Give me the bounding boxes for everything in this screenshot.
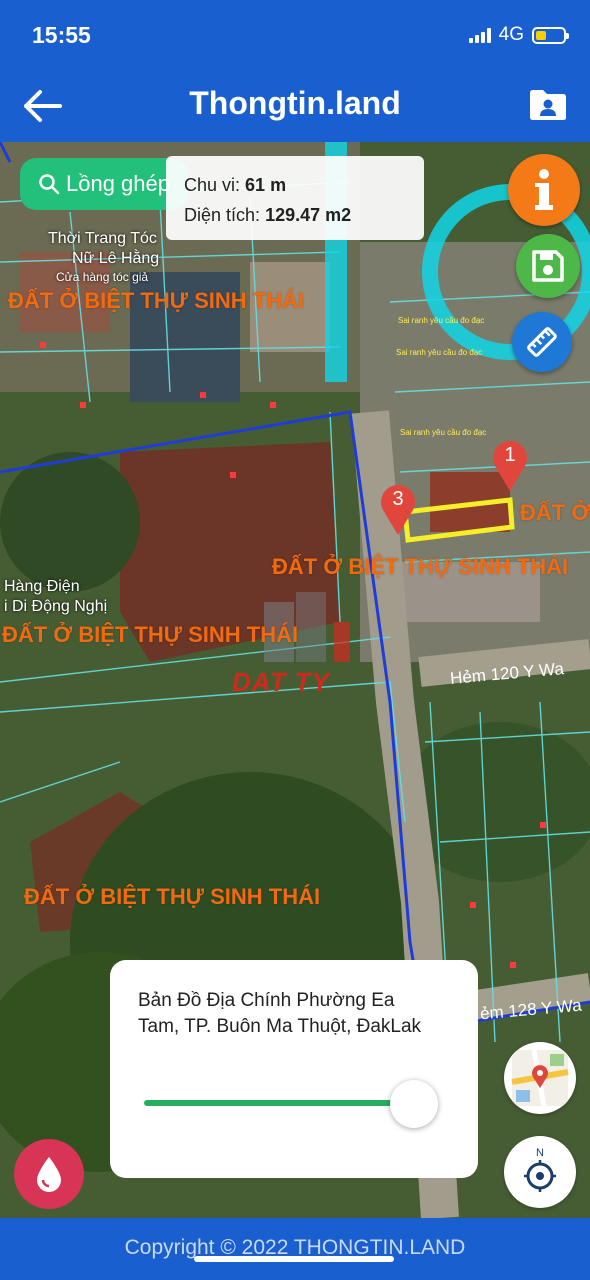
app-title: Thongtin.land: [189, 85, 401, 121]
poi-label: Cửa hàng tóc giả: [56, 270, 149, 284]
zone-label: ĐẤT Ở BIỆT THỰ SINH THÁI: [8, 288, 305, 313]
info-button[interactable]: [508, 154, 580, 226]
map-type-icon: [511, 1049, 569, 1107]
save-icon: [532, 250, 564, 282]
status-indicators: 4G: [468, 24, 569, 46]
zone-label: ĐẤT Ở BIỆT THỰ SINH THÁI: [272, 554, 569, 579]
svg-text:N: N: [536, 1147, 544, 1159]
opacity-slider-track[interactable]: [144, 1100, 414, 1106]
zone-label: ĐẤT Ở BIỆT THỰ SINH THÁI: [2, 622, 299, 647]
footer: Copyright © 2022 THONGTIN.LAND: [0, 1218, 590, 1280]
zone-label: ĐẤT Ở: [520, 500, 590, 525]
vertex-marker-3[interactable]: 3: [378, 482, 418, 536]
poi-label: Nữ Lê Hằng: [72, 250, 160, 267]
home-indicator[interactable]: [194, 1256, 394, 1262]
poi-label: Hàng Điện: [4, 578, 80, 595]
parcel-note: Sai ranh yêu cầu đo đạc: [398, 316, 485, 325]
layer-toggle-label: Lồng ghép: [66, 171, 170, 196]
status-time: 15:55: [32, 22, 91, 48]
search-icon: [39, 174, 60, 195]
map-view[interactable]: DAT TY ĐẤT Ở BIỆT THỰ SINH THÁI ĐẤT Ở BI…: [0, 142, 590, 1218]
water-layer-button[interactable]: [14, 1139, 84, 1209]
folder-user-icon: [530, 90, 566, 120]
save-button[interactable]: [516, 234, 580, 298]
map-info-card: Bản Đồ Địa Chính Phường Ea Tam, TP. Buôn…: [110, 960, 478, 1178]
vertex-marker-1[interactable]: 1: [490, 438, 530, 492]
compass-icon: N: [524, 1147, 556, 1192]
marker-number: 1: [504, 444, 516, 466]
profile-folder-button[interactable]: [528, 88, 568, 124]
network-type: 4G: [498, 24, 524, 45]
perimeter-value: 61 m: [245, 175, 287, 195]
compass-button[interactable]: N: [504, 1136, 576, 1208]
marker-number: 3: [392, 488, 404, 510]
measure-tool-button[interactable]: [512, 312, 572, 372]
poi-label: Thời Trang Tóc: [48, 230, 157, 247]
layer-toggle-button[interactable]: Lồng ghép: [20, 158, 188, 210]
poi-label: i Di Động Nghị: [4, 598, 108, 615]
watermark-text: DAT TY: [232, 667, 330, 697]
area-value: 129.47 m2: [265, 205, 352, 225]
water-drop-icon: [37, 1157, 61, 1192]
parcel-note: Sai ranh yêu cầu đo đạc: [396, 348, 483, 357]
app-header: 15:55 4G Thongtin.land: [0, 0, 590, 142]
perimeter-row: Chu vi: 61 m: [184, 175, 287, 195]
map-source-text: Bản Đồ Địa Chính Phường Ea Tam, TP. Buôn…: [138, 990, 422, 1037]
measurement-panel: Chu vi: 61 m Diện tích: 129.47 m2: [166, 156, 424, 240]
info-icon: [535, 169, 553, 210]
zone-label: ĐẤT Ở BIỆT THỰ SINH THÁI: [24, 884, 321, 909]
map-type-button[interactable]: [504, 1042, 576, 1114]
signal-icon: [468, 27, 491, 43]
battery-icon: [532, 26, 569, 44]
opacity-slider-thumb[interactable]: [390, 1080, 438, 1128]
parcel-note: Sai ranh yêu cầu đo đạc: [400, 428, 487, 437]
ruler-icon: [527, 327, 557, 357]
area-row: Diện tích: 129.47 m2: [184, 205, 352, 225]
